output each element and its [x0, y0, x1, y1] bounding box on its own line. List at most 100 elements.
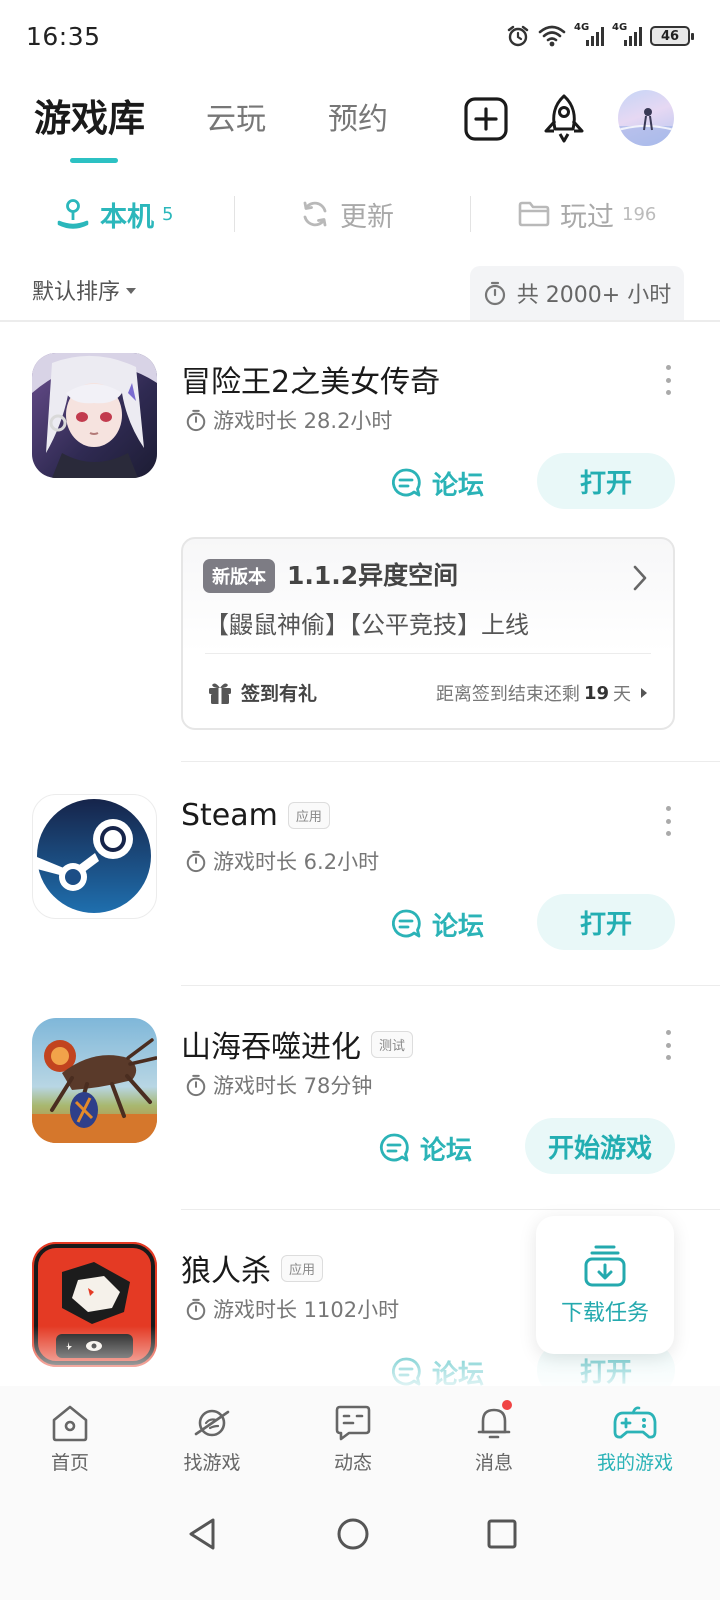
new-version-tag: 新版本: [203, 559, 275, 593]
status-bar: 16:35 4G 4G 46: [0, 0, 720, 80]
more-options-button[interactable]: [656, 806, 680, 836]
news-divider: [205, 653, 651, 654]
playtime-text: 游戏时长 1102小时: [213, 1298, 400, 1322]
game-item: 冒险王2之美女传奇 游戏时长 28.2小时 论坛 打开: [0, 353, 720, 523]
game-icon-adventure-king-2[interactable]: [32, 353, 157, 478]
forum-button[interactable]: 论坛: [390, 457, 484, 509]
recents-button[interactable]: [482, 1514, 522, 1554]
bell-icon-wrap: [474, 1398, 514, 1442]
app-badge: 应用: [281, 1254, 324, 1282]
alarm-icon: [507, 25, 529, 47]
forum-button[interactable]: 论坛: [390, 898, 484, 950]
game-title-wrap: Steam 应用: [181, 798, 330, 833]
avatar-image: [618, 108, 674, 146]
arrow-right-icon: [641, 688, 647, 698]
game-title-wrap: 山海吞噬进化 测试: [181, 1022, 414, 1066]
playtime: 游戏时长 28.2小时: [185, 405, 392, 435]
recents-square-icon: [487, 1519, 517, 1549]
open-game-button[interactable]: 打开: [537, 894, 675, 950]
game-title[interactable]: 狼人杀: [181, 1246, 271, 1290]
chevron-right-icon: [633, 565, 647, 591]
sub-tab-update-label: 更新: [340, 201, 394, 233]
nav-home[interactable]: 首页: [15, 1404, 125, 1475]
forum-label: 论坛: [420, 1135, 473, 1166]
signal-icon-2: 4G: [612, 22, 642, 46]
back-button[interactable]: [182, 1514, 222, 1554]
sub-tab-update[interactable]: 更新: [300, 186, 394, 242]
add-button[interactable]: [461, 94, 511, 144]
home-button[interactable]: [333, 1514, 373, 1554]
game-title[interactable]: 山海吞噬进化: [181, 1022, 361, 1066]
test-badge: 测试: [371, 1030, 414, 1058]
more-options-button[interactable]: [656, 1030, 680, 1060]
app-badge: 应用: [287, 802, 330, 829]
sub-tab-local-count: 5: [162, 203, 174, 225]
row-divider: [181, 985, 720, 986]
tab-reservation[interactable]: 预约: [328, 94, 388, 138]
download-tray-icon: [584, 1245, 626, 1287]
back-triangle-icon: [189, 1518, 215, 1550]
home-circle-icon: [337, 1518, 369, 1550]
refresh-icon: [303, 201, 327, 227]
nav-feed[interactable]: 动态: [298, 1404, 408, 1475]
sub-tab-local[interactable]: 本机 5: [56, 186, 173, 242]
nav-my-games[interactable]: 我的游戏: [580, 1404, 690, 1475]
game-title[interactable]: Steam: [181, 798, 278, 833]
nav-feed-label: 动态: [333, 1452, 372, 1474]
caret-down-icon: [126, 288, 137, 294]
monster-beetle-icon: [32, 1018, 157, 1143]
checkin-label: 签到有礼: [241, 683, 318, 705]
tab-cloud-play[interactable]: 云玩: [206, 94, 266, 138]
sub-tab-played[interactable]: 玩过 196: [518, 186, 656, 242]
game-icon-shanhai[interactable]: [32, 1018, 157, 1143]
tab-game-library[interactable]: 游戏库: [34, 88, 145, 142]
signal-icon-1: 4G: [574, 22, 604, 46]
forum-label: 论坛: [432, 470, 485, 501]
remain-days: 19: [583, 682, 609, 704]
playtime: 游戏时长 1102小时: [185, 1294, 399, 1324]
wifi-icon: [538, 25, 566, 47]
planet-icon: [194, 1409, 230, 1437]
checkin-row[interactable]: 签到有礼 距离签到结束还剩 19 天: [205, 677, 665, 707]
download-tasks-button[interactable]: 下载任务: [536, 1216, 674, 1354]
status-time: 16:35: [26, 22, 101, 51]
game-item: 山海吞噬进化 测试 游戏时长 78分钟 论坛 开始游戏: [0, 1018, 720, 1188]
system-navigation-bar: [0, 1488, 720, 1600]
forum-label: 论坛: [432, 911, 485, 942]
sub-tab-local-label: 本机: [100, 201, 154, 233]
network-type-2: 4G: [612, 22, 628, 33]
nav-find-games[interactable]: 找游戏: [157, 1404, 267, 1475]
row-divider: [181, 1209, 720, 1210]
battery-icon: 46: [650, 26, 694, 46]
remain-prefix: 距离签到结束还剩: [435, 684, 580, 705]
stopwatch-icon: [186, 1074, 206, 1097]
start-game-button[interactable]: 开始游戏: [525, 1118, 675, 1174]
joystick-icon: [57, 199, 89, 229]
nav-messages[interactable]: 消息: [439, 1398, 549, 1475]
gamepad-icon: [613, 1406, 657, 1439]
playtime-text: 游戏时长 28.2小时: [213, 409, 393, 433]
top-tab-bar: 游戏库 云玩 预约: [0, 88, 720, 168]
forum-button[interactable]: 论坛: [378, 1122, 472, 1174]
nav-find-games-label: 找游戏: [183, 1452, 241, 1474]
open-game-button[interactable]: 打开: [537, 453, 675, 509]
playtime-text: 游戏时长 78分钟: [213, 1074, 373, 1098]
stopwatch-icon: [186, 1298, 206, 1321]
nav-my-games-label: 我的游戏: [596, 1452, 673, 1474]
sub-tab-divider: [470, 196, 471, 232]
notification-dot: [500, 1398, 514, 1412]
update-news-card[interactable]: 新版本 1.1.2异度空间 【鼹鼠神偷】【公平竞技】上线 签到有礼 距离签到结束…: [181, 537, 675, 730]
sort-dropdown[interactable]: 默认排序: [32, 274, 137, 306]
sub-tab-played-label: 玩过: [560, 201, 614, 233]
rocket-icon: [544, 94, 584, 143]
user-avatar[interactable]: [618, 90, 674, 146]
forum-icon: [379, 1133, 409, 1162]
more-options-button[interactable]: [656, 365, 680, 395]
stopwatch-icon: [186, 850, 206, 873]
game-icon-steam[interactable]: [32, 794, 157, 919]
speed-up-button[interactable]: [539, 94, 589, 144]
game-title[interactable]: 冒险王2之美女传奇: [181, 357, 440, 401]
battery-level: 46: [660, 28, 680, 44]
stopwatch-icon: [186, 409, 206, 432]
add-icon: [464, 97, 508, 141]
